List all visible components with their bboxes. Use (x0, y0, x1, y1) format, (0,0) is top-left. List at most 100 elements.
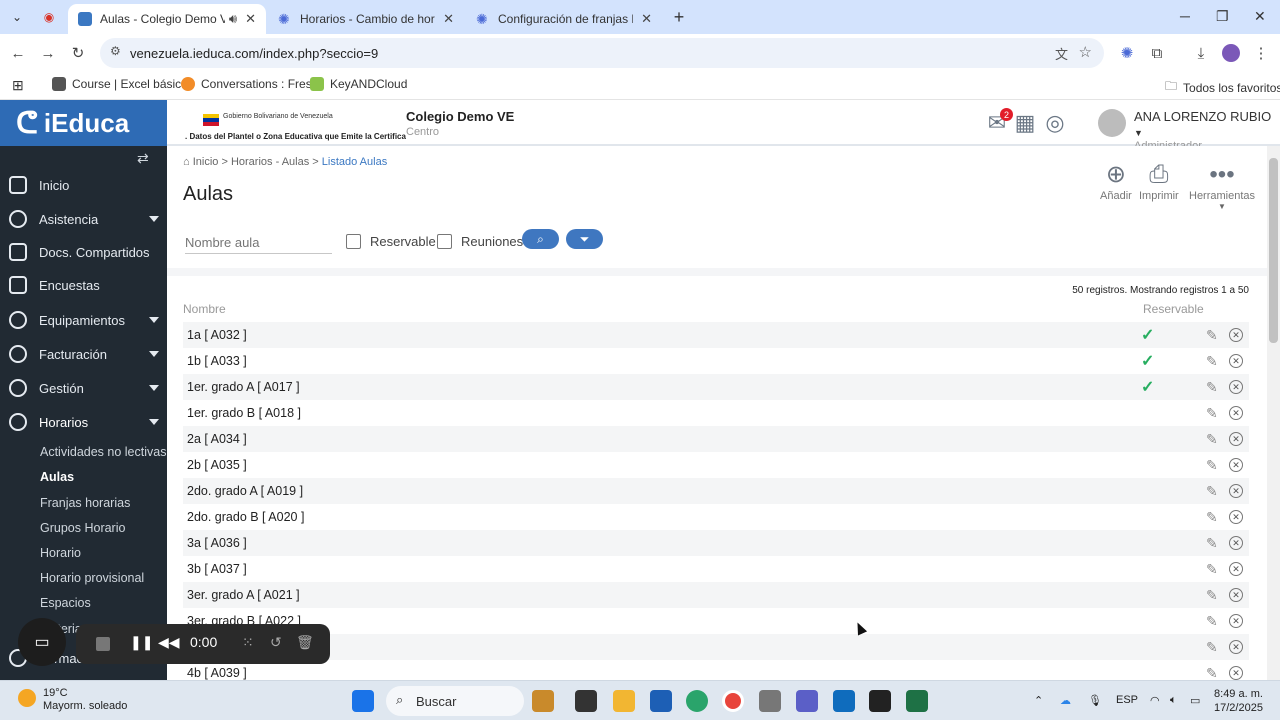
sidebar-item-asistencia[interactable]: Asistencia (0, 202, 167, 236)
grid-icon[interactable]: ⁙ (242, 634, 254, 651)
back-icon[interactable]: ← (7, 42, 29, 64)
wifi-icon[interactable]: ◠ (1150, 694, 1160, 707)
edit-icon[interactable]: ✎ (1206, 587, 1218, 604)
tab-search-icon[interactable]: ⌄ (6, 6, 28, 28)
sidebar-sub-grupos[interactable]: Grupos Horario (40, 521, 125, 535)
edit-icon[interactable]: ✎ (1206, 535, 1218, 552)
system-clock[interactable]: 8:49 a. m. 17/2/2025 (1214, 687, 1263, 715)
name-filter-input[interactable] (185, 232, 332, 254)
edit-icon[interactable]: ✎ (1206, 613, 1218, 630)
delete-icon[interactable]: ✕ (1229, 354, 1243, 368)
download-icon[interactable]: ⤓ (1190, 42, 1212, 64)
table-row[interactable]: 1b [ A033 ] ✓ ✎ ✕ (183, 348, 1249, 374)
edit-icon[interactable]: ✎ (1206, 405, 1218, 422)
col-nombre[interactable]: Nombre (183, 302, 226, 316)
delete-icon[interactable]: ✕ (1229, 588, 1243, 602)
sidebar-item-inicio[interactable]: Inicio (0, 168, 167, 202)
edit-icon[interactable]: ✎ (1206, 561, 1218, 578)
search-button[interactable]: ⌕ (522, 229, 559, 249)
edit-icon[interactable]: ✎ (1206, 353, 1218, 370)
table-row[interactable]: 4b [ A039 ] ✎ ✕ (183, 660, 1249, 680)
start-icon[interactable] (352, 690, 374, 712)
bookmark-conversations[interactable]: Conversations : Fres... (181, 77, 322, 91)
taskbar-search[interactable]: ⌕ Buscar (386, 686, 524, 716)
table-row[interactable]: 1er. grado B [ A018 ] ✎ ✕ (183, 400, 1249, 426)
delete-icon[interactable]: ✕ (1229, 328, 1243, 342)
delete-icon[interactable]: ✕ (1229, 380, 1243, 394)
tab-configuracion[interactable]: ✺ Configuración de franjas Horar ✕ (466, 4, 662, 34)
excel-icon[interactable] (906, 690, 928, 712)
reload-icon[interactable]: ↻ (67, 42, 89, 64)
delete-icon[interactable]: ✕ (1229, 432, 1243, 446)
weather-widget[interactable]: 19°C Mayorm. soleado (18, 687, 127, 713)
chrome-icon[interactable] (722, 690, 744, 712)
reservable-checkbox[interactable]: Reservable (346, 234, 436, 249)
bookmark-course[interactable]: Course | Excel básic... (52, 77, 191, 91)
edit-icon[interactable]: ✎ (1206, 639, 1218, 656)
volume-icon[interactable]: 🔈︎ (1170, 694, 1177, 707)
widgets-icon[interactable] (532, 690, 554, 712)
menu-dots-icon[interactable]: ⋮ (1250, 42, 1272, 64)
tray-chevron-icon[interactable]: ⌃ (1034, 694, 1043, 707)
minimize-icon[interactable]: ─ (1180, 8, 1190, 24)
tab-horarios[interactable]: ✺ Horarios - Cambio de hora ✕ (268, 4, 464, 34)
add-button[interactable]: ⊕ Añadir (1100, 160, 1132, 202)
translate-icon[interactable]: 文 (1055, 44, 1068, 63)
teams-icon[interactable] (796, 690, 818, 712)
edit-icon[interactable]: ✎ (1206, 431, 1218, 448)
forward-icon[interactable]: → (37, 42, 59, 64)
table-row[interactable]: 2do. grado B [ A020 ] ✎ ✕ (183, 504, 1249, 530)
table-row[interactable]: 2do. grado A [ A019 ] ✎ ✕ (183, 478, 1249, 504)
onedrive-icon[interactable]: ☁ (1060, 694, 1071, 707)
tab-aulas[interactable]: Aulas - Colegio Demo VE 🔊︎ ✕ (68, 4, 266, 34)
sidebar-item-horarios[interactable]: Horarios (0, 405, 167, 439)
delete-icon[interactable]: ✕ (1229, 536, 1243, 550)
undo-icon[interactable]: ↺ (270, 634, 282, 651)
ieduca-logo[interactable]: ᕦ iEduca (0, 100, 167, 146)
rewind-icon[interactable]: ◀◀ (158, 634, 180, 651)
sidebar-item-encuestas[interactable]: Encuestas (0, 268, 167, 302)
delete-icon[interactable]: ✕ (1229, 666, 1243, 680)
close-tab-icon[interactable]: ✕ (641, 11, 652, 27)
breadcrumb-inicio[interactable]: Inicio (193, 156, 219, 168)
sidebar-sub-franjas[interactable]: Franjas horarias (40, 496, 130, 510)
table-row[interactable]: 3b [ A037 ] ✎ ✕ (183, 556, 1249, 582)
print-button[interactable]: ⎙ Imprimir (1139, 160, 1179, 202)
table-row[interactable]: 3er. grado A [ A021 ] ✎ ✕ (183, 582, 1249, 608)
sidebar-sub-espacios[interactable]: Espacios (40, 596, 91, 610)
outlook-icon[interactable] (833, 690, 855, 712)
language-indicator[interactable]: ESP (1116, 694, 1138, 706)
close-tab-icon[interactable]: ✕ (245, 11, 256, 27)
notes-icon[interactable] (869, 690, 891, 712)
meetings-checkbox[interactable]: Reuniones (437, 234, 523, 249)
trash-icon[interactable]: 🗑︎ (296, 634, 314, 651)
edit-icon[interactable]: ✎ (1206, 483, 1218, 500)
avatar[interactable] (1098, 109, 1126, 137)
extensions-puzzle-icon[interactable]: ⧉ (1146, 42, 1168, 64)
table-row[interactable]: 2a [ A034 ] ✎ ✕ (183, 426, 1249, 452)
clear-filter-button[interactable]: ⏷ (566, 229, 603, 249)
sidebar-sub-horario-provisional[interactable]: Horario provisional (40, 571, 144, 585)
camera-icon[interactable]: ▭ (18, 618, 66, 666)
stop-icon[interactable] (96, 637, 110, 651)
scrollbar[interactable] (1267, 146, 1280, 680)
audio-icon[interactable]: 🔊︎ (229, 11, 237, 27)
delete-icon[interactable]: ✕ (1229, 614, 1243, 628)
bookmark-keyandcloud[interactable]: KeyANDCloud (310, 77, 407, 91)
edit-icon[interactable]: ✎ (1206, 457, 1218, 474)
edit-icon[interactable]: ✎ (1206, 327, 1218, 344)
all-bookmarks[interactable]: 🗀 Todos los favoritos (1165, 77, 1280, 98)
edit-icon[interactable]: ✎ (1206, 379, 1218, 396)
extension-gear-icon[interactable]: ✺ (1116, 42, 1138, 64)
battery-icon[interactable]: ▭ (1190, 694, 1200, 707)
file-explorer-icon[interactable] (613, 690, 635, 712)
site-info-icon[interactable]: ⚙ (110, 44, 121, 58)
task-view-icon[interactable] (575, 690, 597, 712)
delete-icon[interactable]: ✕ (1229, 406, 1243, 420)
edit-icon[interactable]: ✎ (1206, 665, 1218, 681)
sidebar-item-equipamientos[interactable]: Equipamientos (0, 303, 167, 337)
support-icon[interactable]: ◎ (1043, 112, 1067, 134)
delete-icon[interactable]: ✕ (1229, 640, 1243, 654)
table-row[interactable]: 4a [ A038 ]✎✕ (183, 634, 1249, 660)
microphone-icon[interactable]: 🎙︎ (1088, 694, 1102, 707)
